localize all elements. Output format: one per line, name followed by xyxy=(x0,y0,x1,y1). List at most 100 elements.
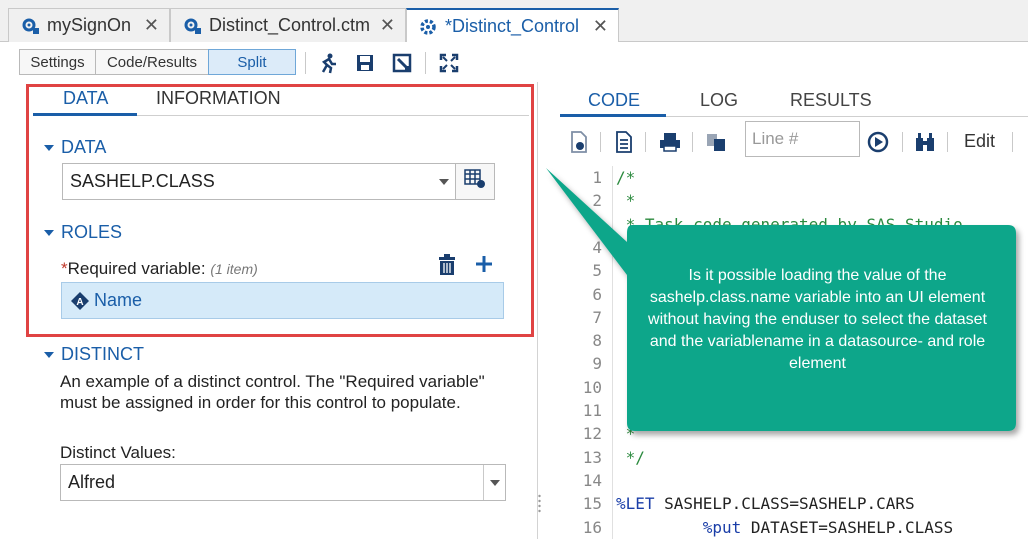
tab-bar: mySignOn ✕ Distinct_Control.ctm ✕ *Disti… xyxy=(0,0,1028,43)
line-number: 15 xyxy=(582,494,602,514)
save-icon[interactable] xyxy=(352,50,378,76)
gear-network-icon xyxy=(19,15,41,37)
add-icon[interactable] xyxy=(474,254,496,276)
code-line: * Task code generated by SAS Studio xyxy=(616,214,963,234)
edit-button[interactable]: Edit xyxy=(964,131,995,152)
line-number-gutter: 1 2 3 4 5 6 7 8 9 10 11 12 13 14 15 16 xyxy=(560,166,606,539)
caret-down-icon xyxy=(44,229,54,236)
required-variable-label: *Required variable: (1 item) xyxy=(61,259,258,279)
browse-dataset-button[interactable] xyxy=(455,163,495,200)
toolbar-separator xyxy=(902,132,903,152)
line-number: 2 xyxy=(592,191,602,211)
copy-icon[interactable] xyxy=(704,130,728,154)
document-lines-icon[interactable] xyxy=(612,130,636,154)
line-number: 7 xyxy=(592,307,602,327)
toolbar-separator xyxy=(692,132,693,152)
code-line: /* xyxy=(616,168,636,187)
character-variable-icon: A xyxy=(70,291,90,311)
tab-code[interactable]: CODE xyxy=(588,90,640,111)
tab-mysignon[interactable]: mySignOn ✕ xyxy=(8,8,170,42)
data-section-header[interactable]: DATA xyxy=(44,137,106,158)
toolbar-separator xyxy=(1012,132,1013,152)
caret-down-icon xyxy=(44,351,54,358)
item-count-hint: (1 item) xyxy=(210,261,258,277)
toolbar-separator xyxy=(600,132,601,152)
distinct-description: An example of a distinct control. The "R… xyxy=(60,372,485,412)
tab-label: mySignOn xyxy=(47,15,132,35)
roles-section-header[interactable]: ROLES xyxy=(44,222,122,243)
line-number: 6 xyxy=(592,284,602,304)
section-title: DATA xyxy=(61,137,107,157)
line-number: 14 xyxy=(582,470,602,490)
document-info-icon[interactable] xyxy=(567,130,591,154)
role-label-text: Required variable: xyxy=(67,259,206,278)
line-number: 4 xyxy=(592,237,602,257)
line-number: 10 xyxy=(582,377,602,397)
line-number: 12 xyxy=(582,424,602,444)
delete-icon[interactable] xyxy=(437,254,459,276)
binoculars-icon[interactable] xyxy=(913,130,937,154)
variable-name: Name xyxy=(94,290,143,310)
section-title: DISTINCT xyxy=(61,344,144,364)
print-icon[interactable] xyxy=(658,130,682,154)
callout-text: Is it possible loading the value of the … xyxy=(648,267,987,372)
gear-icon xyxy=(417,16,439,38)
line-number: 3 xyxy=(592,214,602,234)
code-line: * xyxy=(616,191,636,211)
dataset-value: SASHELP.CLASS xyxy=(70,171,215,191)
toolbar-separator xyxy=(305,52,306,74)
save-as-icon[interactable] xyxy=(389,50,415,76)
svg-text:A: A xyxy=(76,297,83,308)
close-icon[interactable]: ✕ xyxy=(380,15,395,36)
run-icon[interactable] xyxy=(315,50,341,76)
line-number-placeholder: Line # xyxy=(752,129,799,148)
go-to-line-icon[interactable] xyxy=(866,130,890,154)
settings-button[interactable]: Settings xyxy=(19,49,96,75)
macro-keyword: %LET xyxy=(616,494,655,514)
code-line: * xyxy=(616,424,636,444)
splitter-handle[interactable] xyxy=(538,494,541,516)
distinct-values-select[interactable]: Alfred xyxy=(60,464,506,501)
distinct-section-header[interactable]: DISTINCT xyxy=(44,344,144,365)
code-line: %put DATASET=SASHELP.CLASS xyxy=(702,517,954,537)
toolbar-separator xyxy=(425,52,426,74)
active-tab-indicator xyxy=(560,114,666,117)
line-number: 9 xyxy=(592,354,602,374)
close-icon[interactable]: ✕ xyxy=(144,15,159,36)
line-number: 16 xyxy=(582,517,602,537)
code-results-button[interactable]: Code/Results xyxy=(95,49,209,75)
macro-keyword: %put xyxy=(702,517,742,537)
dataset-select[interactable]: SASHELP.CLASS xyxy=(62,163,456,200)
code-line: %LET SASHELP.CLASS=SASHELP.CARS xyxy=(616,494,915,514)
line-number: 1 xyxy=(592,168,602,187)
chevron-down-icon[interactable] xyxy=(483,465,505,500)
gutter-divider xyxy=(612,166,613,539)
main-toolbar: Settings Code/Results Split xyxy=(0,42,1028,82)
pane-divider[interactable] xyxy=(537,82,538,539)
tab-label: Distinct_Control.ctm xyxy=(209,15,371,35)
tab-distinct-control[interactable]: *Distinct_Control ✕ xyxy=(406,8,619,43)
code-line: */ xyxy=(616,447,645,467)
tab-log[interactable]: LOG xyxy=(700,90,738,111)
tab-label: *Distinct_Control xyxy=(445,16,580,36)
toolbar-separator xyxy=(947,132,948,152)
sas-studio-window: mySignOn ✕ Distinct_Control.ctm ✕ *Disti… xyxy=(0,0,1028,539)
tab-distinct-control-ctm[interactable]: Distinct_Control.ctm ✕ xyxy=(170,8,406,42)
required-marker: * xyxy=(61,259,68,278)
close-icon[interactable]: ✕ xyxy=(593,16,608,37)
tab-information[interactable]: INFORMATION xyxy=(156,88,281,109)
line-number-input[interactable]: Line # xyxy=(745,121,860,157)
maximize-icon[interactable] xyxy=(436,50,462,76)
toolbar-separator xyxy=(645,132,646,152)
assigned-variable-item[interactable]: A Name xyxy=(61,282,504,319)
tab-data[interactable]: DATA xyxy=(63,88,108,109)
chevron-down-icon[interactable] xyxy=(433,164,455,199)
split-button[interactable]: Split xyxy=(208,49,296,75)
gear-network-icon xyxy=(181,15,203,37)
line-number: 11 xyxy=(582,401,602,420)
line-number: 13 xyxy=(582,447,602,467)
section-title: ROLES xyxy=(61,222,123,242)
tab-results[interactable]: RESULTS xyxy=(790,90,872,111)
distinct-values-label: Distinct Values: xyxy=(60,443,176,462)
table-icon xyxy=(464,169,486,194)
